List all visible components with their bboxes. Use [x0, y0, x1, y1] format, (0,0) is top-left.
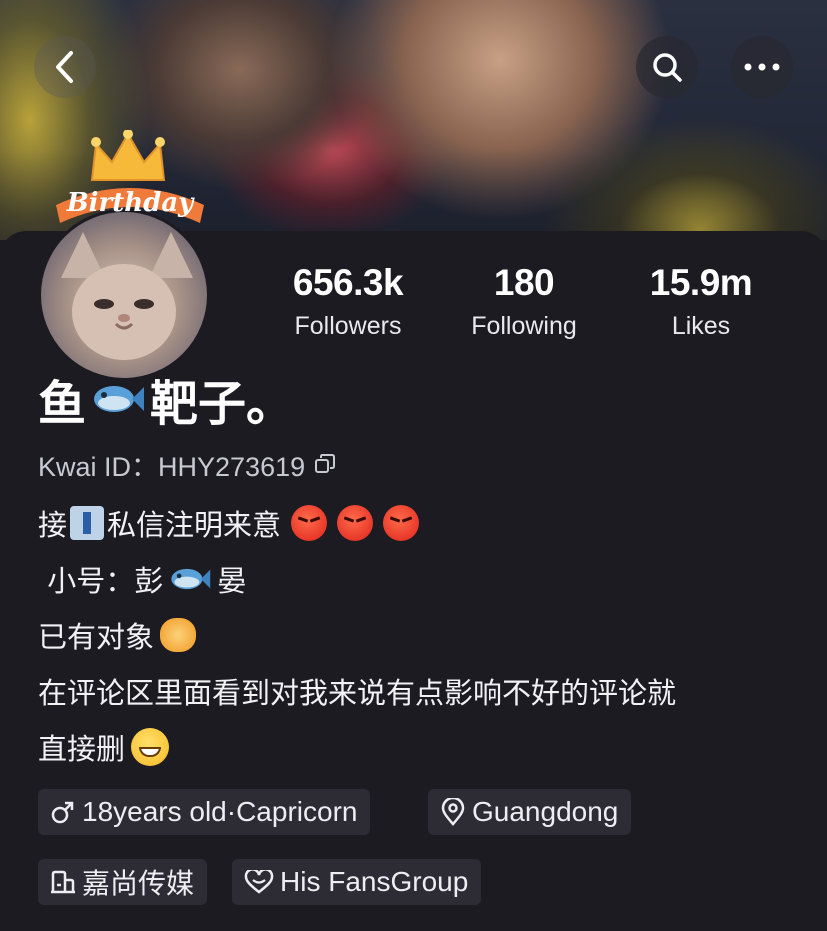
followers-label: Followers — [294, 312, 402, 340]
bio-line-1-part-a: 接 — [38, 508, 68, 542]
bio-line-3: 已有对象 — [38, 614, 197, 656]
tag-agency[interactable]: 嘉尚传媒 — [38, 859, 208, 905]
likes-label: Likes — [671, 312, 731, 340]
bio-line-4-text: 在评论区里面看到对我来说有点影响不好的评论就 — [38, 676, 677, 710]
male-gender-icon — [51, 801, 74, 824]
kwai-id-text: Kwai ID：HHY273619 — [38, 452, 306, 482]
following-count: 180 — [493, 262, 555, 303]
more-horizontal-icon — [744, 63, 780, 71]
bio-line-2-part-a: 小号：彭 — [38, 564, 164, 598]
chevron-left-icon — [56, 51, 73, 83]
location-pin-icon — [441, 798, 465, 826]
fish-emoji-icon — [171, 568, 211, 590]
bio-line-5-text: 直接删 — [38, 732, 126, 766]
more-options-button[interactable] — [731, 36, 793, 98]
likes-count: 15.9m — [649, 262, 753, 303]
tag-fans-text: His FansGroup — [280, 866, 469, 897]
bio-line-1-part-b: 私信注明来意 — [107, 508, 282, 542]
bio-line-4: 在评论区里面看到对我来说有点影响不好的评论就 — [38, 670, 676, 712]
grinning-face-emoji-icon — [131, 728, 170, 766]
stat-likes[interactable]: 15.9m Likes — [611, 262, 791, 341]
tag-age-zodiac[interactable]: 18years old·Capricorn — [38, 789, 371, 835]
angry-face-emoji-icon — [291, 505, 328, 541]
search-icon — [653, 53, 682, 82]
angry-face-emoji-icon — [337, 505, 374, 541]
building-icon — [51, 870, 75, 894]
tag-age-text: 18years old·Capricorn — [82, 796, 358, 827]
tiger-face-emoji-icon — [160, 618, 197, 652]
angry-face-emoji-icon — [383, 505, 420, 541]
necktie-emoji-icon — [70, 506, 105, 540]
tag-fans-group[interactable]: His FansGroup — [232, 859, 482, 905]
copy-icon[interactable] — [313, 453, 337, 477]
avatar[interactable]: Birthday — [36, 130, 216, 381]
svg-text:Birthday: Birthday — [66, 188, 195, 218]
name-part-2: 靶子。 — [150, 376, 295, 432]
search-button[interactable] — [636, 36, 698, 98]
kwai-id: Kwai ID：HHY273619 — [38, 445, 337, 484]
avatar-image — [38, 209, 210, 381]
stat-following[interactable]: 180 Following — [434, 262, 614, 341]
back-button[interactable] — [34, 36, 96, 98]
heart-group-icon — [244, 870, 274, 894]
bio-line-1: 接 私信注明来意 — [38, 502, 420, 544]
bio-line-5: 直接删 — [38, 726, 170, 768]
bio-line-2-part-b: 晏 — [217, 564, 247, 598]
bio-line-3-text: 已有对象 — [38, 620, 155, 654]
profile-name: 鱼 靶子。 — [38, 364, 294, 434]
stat-followers[interactable]: 656.3k Followers — [258, 262, 438, 341]
birthday-badge-icon: Birthday — [56, 188, 204, 223]
tag-location-text: Guangdong — [472, 796, 619, 827]
fish-emoji-icon — [94, 386, 145, 412]
name-part-1: 鱼 — [38, 376, 87, 432]
following-label: Following — [471, 312, 577, 340]
bio-line-2: 小号：彭 晏 — [38, 558, 246, 600]
followers-count: 656.3k — [292, 262, 404, 303]
tag-location[interactable]: Guangdong — [428, 789, 632, 835]
cat-face — [72, 264, 176, 360]
tag-agency-text: 嘉尚传媒 — [82, 868, 195, 899]
